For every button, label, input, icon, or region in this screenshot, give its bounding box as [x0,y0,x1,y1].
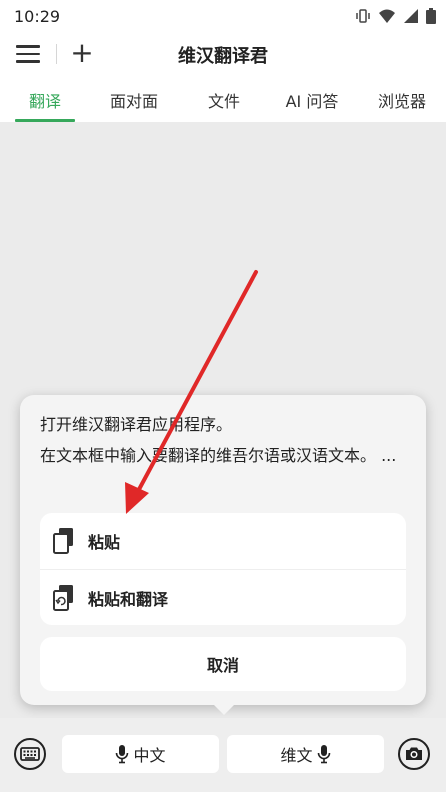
wifi-icon [379,9,395,23]
bottom-bar: 中文 维文 [0,718,446,792]
status-icons [355,8,436,24]
paste-and-translate-label: 粘贴和翻译 [88,590,169,609]
uyghur-voice-button[interactable]: 维文 [227,735,384,773]
paste-label: 粘贴 [88,533,121,552]
app-title: 维汉翻译君 [178,46,268,67]
paste-and-translate-button[interactable]: 粘贴和翻译 [40,570,406,626]
paste-button[interactable]: 粘贴 [40,513,406,569]
keyboard-icon[interactable] [14,738,46,770]
status-time: 10:29 [14,6,61,26]
tab-face-to-face[interactable]: 面对面 [100,88,168,112]
tab-file[interactable]: 文件 [196,88,252,112]
paste-icon [53,528,73,554]
uyghur-lang-label: 维文 [280,746,313,765]
chinese-voice-button[interactable]: 中文 [62,735,219,773]
chinese-lang-label: 中文 [133,746,166,765]
microphone-icon [317,745,330,764]
cancel-button[interactable]: 取消 [40,637,406,691]
tab-bar: 翻译 面对面 文件 AI 问答 浏览器 [0,76,446,122]
tab-translate[interactable]: 翻译 [15,88,75,112]
camera-icon[interactable] [398,738,430,770]
paste-popup: 打开维汉翻译君应用程序。 在文本框中输入要翻译的维吾尔语或汉语文本。 ... 粘… [20,395,426,705]
popup-caret [212,703,236,715]
microphone-icon [116,745,129,764]
status-bar: 10:29 [0,0,446,32]
tab-ai-qa[interactable]: AI 问答 [278,88,346,112]
vibrate-icon [356,9,370,23]
tab-browser[interactable]: 浏览器 [370,88,434,112]
popup-menu: 粘贴 粘贴和翻译 [40,513,406,625]
popup-text-line1: 打开维汉翻译君应用程序。 [40,415,233,434]
app-header: + 维汉翻译君 [0,32,446,76]
battery-icon [426,8,436,24]
signal-icon [404,9,418,23]
popup-text-line2: 在文本框中输入要翻译的维吾尔语或汉语文本。 ... [40,446,397,465]
paste-translate-icon [53,585,73,611]
